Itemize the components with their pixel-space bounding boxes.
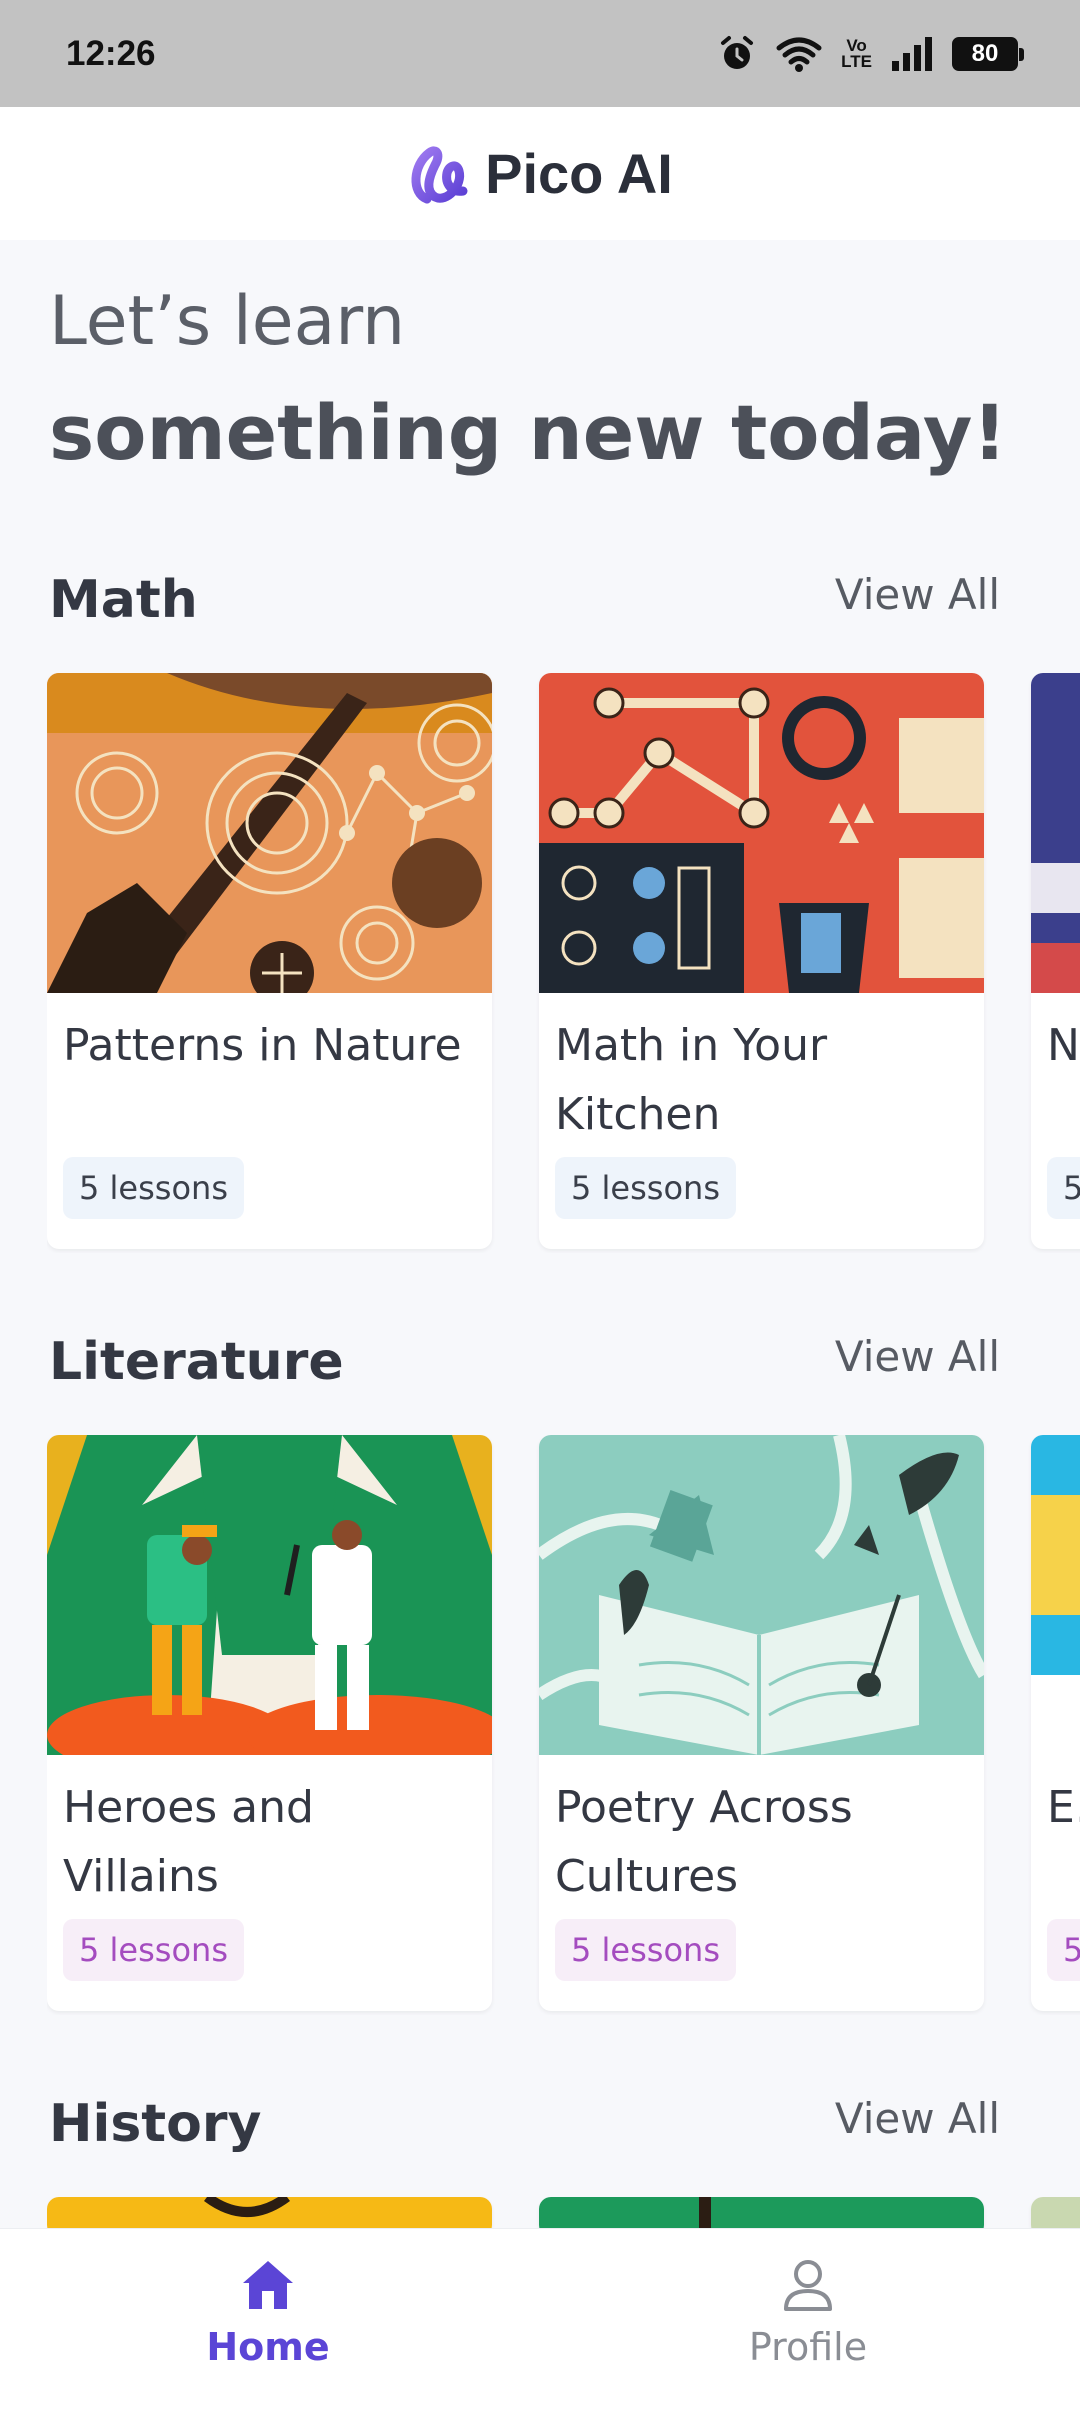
nav-profile-label: Profile	[748, 2325, 868, 2369]
card-title: E… A…	[1047, 1782, 1080, 1833]
literature-view-all-link[interactable]: View All	[835, 1332, 1000, 1381]
nav-home-label: Home	[206, 2325, 330, 2369]
course-card-math-in-your-kitchen[interactable]: Math in Your Kitchen 5 lessons	[539, 673, 984, 1249]
pico-logo-icon	[411, 146, 468, 203]
signal-icon	[892, 36, 932, 71]
profile-icon	[784, 2260, 832, 2311]
wifi-icon	[776, 37, 822, 72]
history-view-all-link[interactable]: View All	[835, 2094, 1000, 2143]
status-bar: 12:26 Vo LTE 80	[0, 0, 1080, 107]
card-title: Heroes and Villains	[63, 1782, 314, 1902]
card-title: Poetry Across Cultures	[555, 1782, 853, 1902]
lessons-badge: 5 lessons	[555, 1157, 736, 1219]
app-title: Pico AI	[485, 142, 673, 205]
heroes-and-villains-illustration	[47, 1435, 492, 1755]
course-card-partial[interactable]: N… E… 5	[1031, 673, 1080, 1249]
literature-card-row[interactable]: Heroes and Villains 5 lessons Poetry Acr…	[47, 1435, 1080, 2015]
section-title-literature: Literature	[49, 1332, 344, 1392]
lessons-badge: 5 lessons	[555, 1919, 736, 1981]
battery-icon: 80	[952, 36, 1024, 71]
section-title-math: Math	[49, 570, 198, 630]
card-title: N… E…	[1047, 1020, 1080, 1071]
greeting-line-1: Let’s learn	[49, 282, 406, 361]
status-time: 12:26	[66, 33, 156, 73]
patterns-in-nature-illustration	[47, 673, 492, 993]
course-card-heroes-and-villains[interactable]: Heroes and Villains 5 lessons	[47, 1435, 492, 2011]
card-title: Patterns in Nature	[63, 1020, 462, 1071]
card-title: Math in Your Kitchen	[555, 1020, 828, 1140]
poetry-across-cultures-illustration	[539, 1435, 984, 1755]
lessons-badge: 5 lessons	[63, 1157, 244, 1219]
greeting-line-2: something new today!	[49, 388, 1008, 477]
home-icon	[243, 2261, 293, 2309]
volte-indicator: Vo LTE	[841, 35, 872, 71]
lessons-badge: 5 lessons	[63, 1919, 244, 1981]
nav-profile[interactable]: Profile	[658, 2257, 958, 2369]
alarm-icon	[721, 35, 754, 69]
section-title-history: History	[49, 2094, 262, 2154]
partial-course-illustration	[1031, 673, 1080, 993]
app-header: Pico AI	[0, 107, 1080, 240]
bottom-navigation: Home Profile	[0, 2228, 1080, 2413]
math-in-your-kitchen-illustration	[539, 673, 984, 993]
course-card-poetry-across-cultures[interactable]: Poetry Across Cultures 5 lessons	[539, 1435, 984, 2011]
course-card-partial[interactable]: E… A… 5	[1031, 1435, 1080, 2011]
lessons-badge: 5	[1047, 1919, 1080, 1981]
math-view-all-link[interactable]: View All	[835, 570, 1000, 619]
math-card-row[interactable]: Patterns in Nature 5 lessons Math in You…	[47, 673, 1080, 1253]
status-icons: Vo LTE 80	[717, 34, 1024, 74]
course-card-patterns-in-nature[interactable]: Patterns in Nature 5 lessons	[47, 673, 492, 1249]
partial-course-illustration	[1031, 1435, 1080, 1755]
nav-home[interactable]: Home	[118, 2257, 418, 2369]
lessons-badge: 5	[1047, 1157, 1080, 1219]
